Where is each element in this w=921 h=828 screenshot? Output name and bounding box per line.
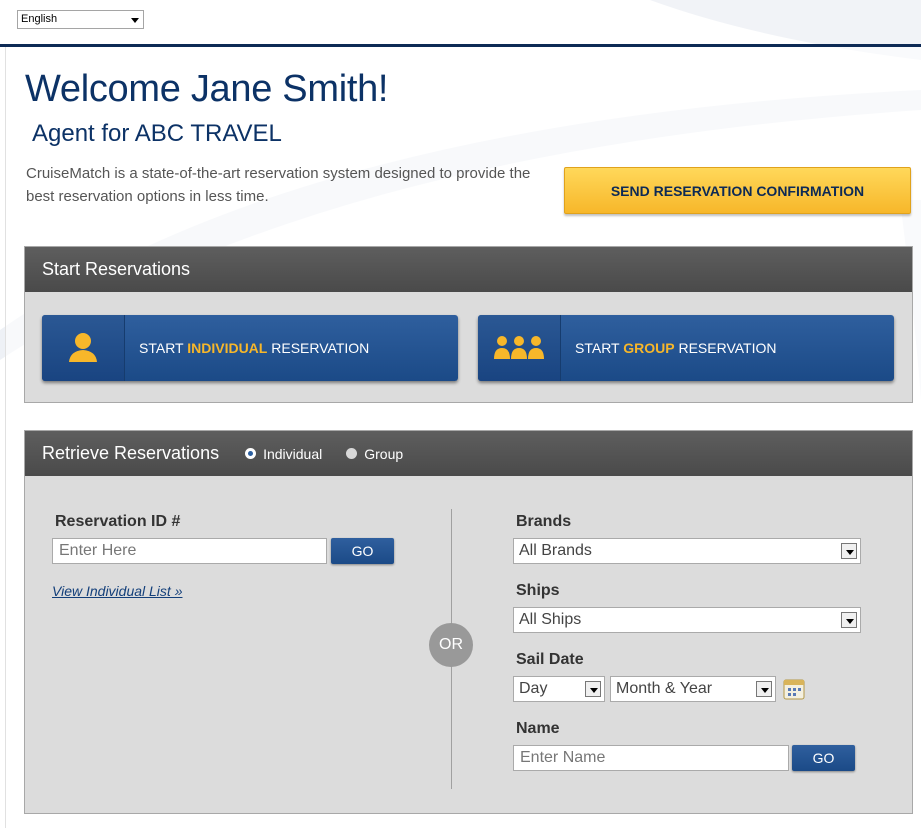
agent-subtitle: Agent for ABC TRAVEL [32, 120, 282, 147]
retrieve-reservations-panel: Retrieve Reservations Individual Group R… [24, 430, 913, 814]
reservation-id-go-label: GO [351, 543, 374, 559]
sail-month-year-select-value: Month & Year [616, 680, 713, 697]
sail-month-year-select[interactable]: Month & Year [610, 676, 776, 702]
individual-label-suffix: RESERVATION [267, 340, 370, 356]
intro-description: CruiseMatch is a state-of-the-art reserv… [26, 165, 531, 205]
reservation-id-input[interactable] [52, 538, 327, 564]
start-group-reservation-label: START GROUP RESERVATION [561, 340, 777, 356]
start-individual-reservation-label: START INDIVIDUAL RESERVATION [125, 340, 369, 356]
ships-label: Ships [516, 582, 560, 599]
chevron-down-icon [841, 543, 857, 559]
name-label: Name [516, 720, 560, 737]
brands-select[interactable]: All Brands [513, 538, 861, 564]
radio-checked-icon [245, 448, 257, 459]
start-reservations-title: Start Reservations [42, 259, 191, 279]
reservation-id-label: Reservation ID # [55, 513, 181, 530]
group-label-prefix: START [575, 340, 624, 356]
radio-group[interactable]: Group [346, 446, 403, 462]
sail-day-select-value: Day [519, 680, 548, 697]
retrieve-reservations-header: Retrieve Reservations Individual Group [25, 431, 912, 476]
group-label-suffix: RESERVATION [674, 340, 777, 356]
brands-label: Brands [516, 513, 572, 530]
reservation-type-radio-group: Individual Group [245, 446, 427, 462]
reservation-id-go-button[interactable]: GO [331, 538, 394, 564]
ships-select[interactable]: All Ships [513, 607, 861, 633]
welcome-title: Welcome Jane Smith! [25, 68, 389, 110]
radio-unchecked-icon [346, 448, 358, 459]
group-icon [494, 336, 544, 359]
name-input[interactable] [513, 745, 789, 771]
ships-select-value: All Ships [519, 611, 582, 628]
individual-icon-box [42, 315, 125, 381]
send-reservation-confirmation-label: SEND RESERVATION CONFIRMATION [610, 182, 865, 199]
sail-day-select[interactable]: Day [513, 676, 605, 702]
radio-individual[interactable]: Individual [245, 446, 322, 462]
or-label: OR [439, 636, 463, 653]
chevron-down-icon [756, 681, 772, 697]
name-go-button[interactable]: GO [792, 745, 855, 771]
start-individual-reservation-button[interactable]: START INDIVIDUAL RESERVATION [42, 315, 458, 381]
group-label-highlight: GROUP [623, 340, 675, 356]
language-select[interactable]: English [17, 10, 144, 29]
brands-select-value: All Brands [519, 542, 592, 559]
chevron-down-icon [131, 18, 139, 23]
chevron-down-icon [585, 681, 601, 697]
view-individual-list-link[interactable]: View Individual List » [52, 583, 182, 599]
retrieve-reservations-title: Retrieve Reservations [42, 443, 220, 463]
send-reservation-confirmation-button[interactable]: SEND RESERVATION CONFIRMATION [564, 167, 911, 214]
start-group-reservation-button[interactable]: START GROUP RESERVATION [478, 315, 894, 381]
chevron-down-icon [841, 612, 857, 628]
start-reservations-panel: Start Reservations START INDIVIDUAL RESE… [24, 246, 913, 403]
name-go-label: GO [812, 750, 835, 766]
radio-group-label: Group [364, 445, 404, 462]
or-badge: OR [429, 623, 473, 667]
person-icon [69, 333, 97, 362]
group-icon-box [478, 315, 561, 381]
individual-label-prefix: START [139, 340, 188, 356]
language-select-value: English [21, 13, 58, 25]
individual-label-highlight: INDIVIDUAL [187, 340, 268, 356]
radio-individual-label: Individual [263, 445, 323, 462]
calendar-icon[interactable] [783, 678, 805, 700]
sail-date-label: Sail Date [516, 651, 584, 668]
start-reservations-header: Start Reservations [25, 247, 912, 292]
